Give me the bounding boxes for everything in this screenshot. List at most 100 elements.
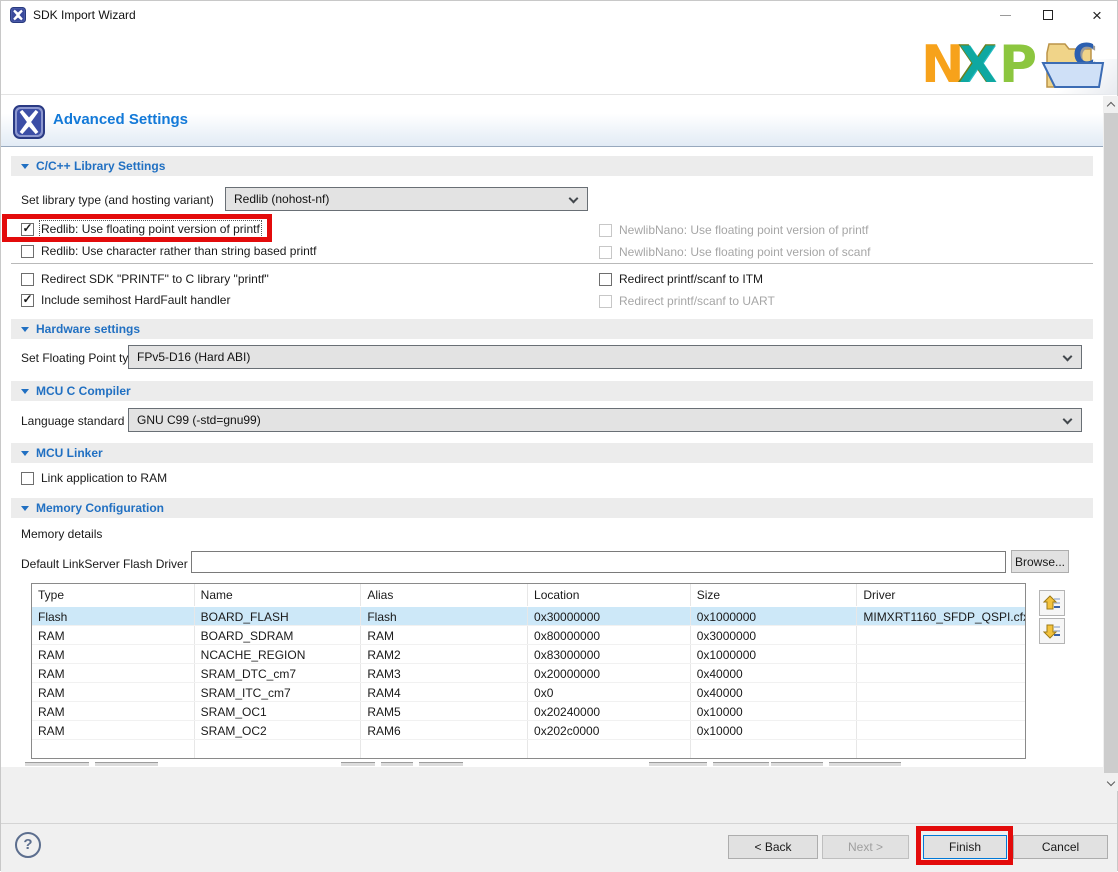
floating-point-label: Set Floating Point type <box>21 351 142 365</box>
page-title: Advanced Settings <box>53 111 188 128</box>
minimize-button[interactable] <box>989 1 1021 29</box>
browse-button[interactable]: Browse... <box>1011 550 1069 573</box>
clipped-button[interactable] <box>649 762 707 766</box>
clipped-button[interactable] <box>829 762 901 766</box>
chevron-up-icon <box>1107 101 1115 109</box>
maximize-icon <box>1043 10 1053 20</box>
clipped-button[interactable] <box>341 762 375 766</box>
move-up-button[interactable] <box>1039 590 1065 616</box>
scroll-up-button[interactable] <box>1103 96 1118 112</box>
checkbox-redirect-sdk-printf[interactable]: Redirect SDK "PRINTF" to C library "prin… <box>21 272 269 286</box>
checkbox-redirect-itm[interactable]: Redirect printf/scanf to ITM <box>599 272 763 286</box>
checkbox-link-to-ram[interactable]: Link application to RAM <box>21 471 167 485</box>
scrollbar-thumb[interactable] <box>1104 113 1118 773</box>
checkbox-indicator <box>599 273 612 286</box>
title-bar: SDK Import Wizard × <box>1 1 1117 29</box>
table-row[interactable]: RAM BOARD_SDRAM RAM 0x80000000 0x3000000 <box>32 625 1025 644</box>
table-row[interactable]: RAM SRAM_OC2 RAM6 0x202c0000 0x10000 <box>32 720 1025 739</box>
branding-band: N X X P C C <box>1 29 1117 95</box>
mcuxpresso-app-icon <box>10 7 26 23</box>
checkbox-redlib-char[interactable]: Redlib: Use character rather than string… <box>21 244 316 258</box>
chevron-down-icon <box>1107 778 1115 786</box>
checkbox-indicator <box>21 472 34 485</box>
column-header-location[interactable]: Location <box>528 584 691 606</box>
chevron-down-icon <box>1063 352 1073 362</box>
section-header-hardware[interactable]: Hardware settings <box>11 319 1093 339</box>
memory-table-header: Type Name Alias Location Size Driver <box>32 584 1025 606</box>
collapse-triangle-icon <box>21 389 29 394</box>
scroll-down-button[interactable] <box>1103 775 1118 791</box>
column-header-size[interactable]: Size <box>691 584 858 606</box>
column-header-alias[interactable]: Alias <box>361 584 528 606</box>
table-row[interactable]: Flash BOARD_FLASH Flash 0x30000000 0x100… <box>32 606 1025 625</box>
checkbox-semihost-hardfault[interactable]: ✓ Include semihost HardFault handler <box>21 293 230 307</box>
finish-button[interactable]: Finish <box>923 835 1007 859</box>
column-header-name[interactable]: Name <box>195 584 362 606</box>
library-type-select[interactable]: Redlib (nohost-nf) <box>225 187 588 211</box>
footer-divider <box>1 823 1117 824</box>
svg-text:P: P <box>999 36 1037 90</box>
close-button[interactable]: × <box>1081 1 1113 29</box>
clipped-button[interactable] <box>25 762 89 766</box>
column-header-type[interactable]: Type <box>32 584 195 606</box>
checkbox-newlibnano-printf: NewlibNano: Use floating point version o… <box>599 223 868 237</box>
checkbox-newlibnano-scanf: NewlibNano: Use floating point version o… <box>599 245 870 259</box>
clipped-button[interactable] <box>713 762 769 766</box>
maximize-button[interactable] <box>1032 1 1064 29</box>
checkbox-redlib-float[interactable]: ✓ Redlib: Use floating point version of … <box>21 222 260 236</box>
c-project-folder-icon: C C <box>1041 37 1107 93</box>
flash-driver-input[interactable] <box>191 551 1006 573</box>
checkbox-indicator: ✓ <box>21 294 34 307</box>
language-standard-label: Language standard <box>21 414 124 428</box>
minimize-icon <box>1000 15 1011 16</box>
column-header-driver[interactable]: Driver <box>857 584 1025 606</box>
checkbox-indicator <box>599 224 612 237</box>
library-type-label: Set library type (and hosting variant) <box>21 193 214 207</box>
chevron-down-icon <box>1063 415 1073 425</box>
question-mark-icon: ? <box>23 836 32 853</box>
floating-point-select[interactable]: FPv5-D16 (Hard ABI) <box>128 345 1082 369</box>
back-button[interactable]: < Back <box>728 835 818 859</box>
collapse-triangle-icon <box>21 451 29 456</box>
mcuxpresso-wizard-icon <box>13 105 45 139</box>
library-separator <box>11 263 1093 264</box>
next-button[interactable]: Next > <box>822 835 909 859</box>
clipped-button[interactable] <box>381 762 413 766</box>
clipped-button[interactable] <box>771 762 823 766</box>
checkbox-indicator <box>21 273 34 286</box>
table-row[interactable]: RAM SRAM_ITC_cm7 RAM4 0x0 0x40000 <box>32 682 1025 701</box>
move-down-button[interactable] <box>1039 618 1065 644</box>
table-row[interactable]: RAM NCACHE_REGION RAM2 0x83000000 0x1000… <box>32 644 1025 663</box>
clipped-button[interactable] <box>419 762 463 766</box>
arrow-up-icon <box>1043 594 1061 612</box>
checkbox-indicator: ✓ <box>21 223 34 236</box>
checkbox-indicator <box>21 245 34 258</box>
section-header-memory[interactable]: Memory Configuration <box>11 498 1093 518</box>
wizard-page-header: Advanced Settings <box>1 96 1117 147</box>
chevron-down-icon <box>569 194 579 204</box>
window-title: SDK Import Wizard <box>33 8 136 22</box>
svg-text:X: X <box>959 36 998 90</box>
close-icon: × <box>1092 7 1102 24</box>
section-header-linker[interactable]: MCU Linker <box>11 443 1093 463</box>
nxp-logo: N X X P <box>923 36 1041 90</box>
collapse-triangle-icon <box>21 506 29 511</box>
help-button[interactable]: ? <box>15 832 41 858</box>
memory-table: Type Name Alias Location Size Driver Fla… <box>31 583 1026 759</box>
table-row[interactable]: RAM SRAM_DTC_cm7 RAM3 0x20000000 0x40000 <box>32 663 1025 682</box>
checkbox-redirect-uart: Redirect printf/scanf to UART <box>599 294 775 308</box>
section-header-library[interactable]: C/C++ Library Settings <box>11 156 1093 176</box>
cancel-button[interactable]: Cancel <box>1013 835 1108 859</box>
collapse-triangle-icon <box>21 327 29 332</box>
flash-driver-label: Default LinkServer Flash Driver <box>21 557 188 571</box>
memory-details-label: Memory details <box>21 527 102 541</box>
language-standard-select[interactable]: GNU C99 (-std=gnu99) <box>128 408 1082 432</box>
collapse-triangle-icon <box>21 164 29 169</box>
checkbox-indicator <box>599 246 612 259</box>
table-row[interactable]: RAM SRAM_OC1 RAM5 0x20240000 0x10000 <box>32 701 1025 720</box>
settings-scroll-area: C/C++ Library Settings Set library type … <box>1 147 1103 767</box>
table-empty-row <box>32 739 1025 759</box>
vertical-scrollbar[interactable] <box>1103 96 1118 791</box>
section-header-compiler[interactable]: MCU C Compiler <box>11 381 1093 401</box>
clipped-button[interactable] <box>95 762 158 766</box>
